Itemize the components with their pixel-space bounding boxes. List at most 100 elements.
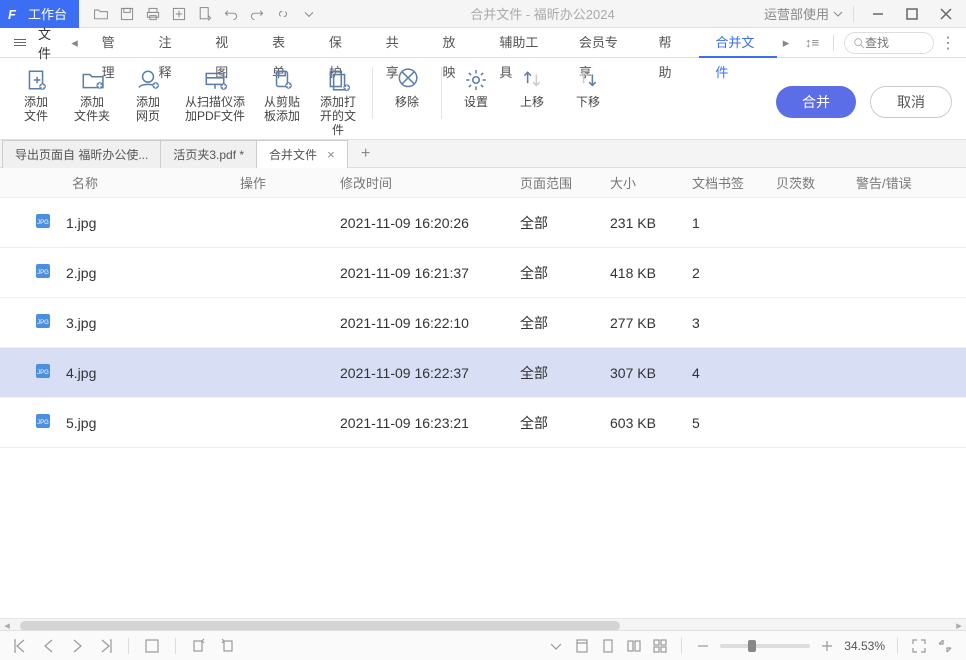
col-time[interactable]: 修改时间 (340, 173, 520, 192)
color-icon[interactable] (143, 637, 161, 655)
menu-item-3[interactable]: 表单 (256, 28, 311, 58)
col-pages[interactable]: 贝茨数 (776, 173, 856, 192)
table-row[interactable]: JPG1.jpg2021-11-09 16:20:26全部231 KB1 (0, 198, 966, 248)
single-page-icon[interactable] (599, 637, 617, 655)
doctab-1[interactable]: 活页夹3.pdf * (160, 140, 257, 168)
doctab-0[interactable]: 导出页面自 福昕办公使... (2, 140, 161, 168)
doctab-2[interactable]: 合并文件× (256, 140, 348, 168)
ribbon-btn-2[interactable]: 添加网页 (126, 67, 170, 137)
link-icon[interactable] (271, 2, 295, 26)
zoom-thumb[interactable] (748, 640, 756, 652)
menu-item-7[interactable]: 辅助工具 (483, 28, 561, 58)
more-menu-icon[interactable]: ⋮ (940, 33, 956, 53)
table-row[interactable]: JPG4.jpg2021-11-09 16:22:37全部307 KB4 (0, 348, 966, 398)
menu-item-1[interactable]: 注释 (142, 28, 197, 58)
svg-text:JPG: JPG (37, 320, 49, 326)
two-page-icon[interactable] (625, 637, 643, 655)
save-as-icon[interactable] (167, 2, 191, 26)
file-bookmark: 2 (692, 265, 776, 281)
menu-item-6[interactable]: 放映 (427, 28, 482, 58)
ribbon-btn-9[interactable]: 下移 (566, 67, 610, 137)
file-name: 4.jpg (66, 365, 96, 381)
col-bookmark[interactable]: 文档书签 (692, 173, 776, 192)
add-tab-button[interactable]: + (354, 140, 378, 168)
menu-item-5[interactable]: 共享 (370, 28, 425, 58)
menu-prev-icon[interactable]: ◂ (67, 28, 81, 58)
table-row[interactable]: JPG3.jpg2021-11-09 16:22:10全部277 KB3 (0, 298, 966, 348)
cancel-button[interactable]: 取消 (870, 86, 952, 118)
search-box[interactable] (844, 32, 934, 54)
export-icon[interactable] (193, 2, 217, 26)
col-range[interactable]: 页面范围 (520, 173, 610, 192)
minimize-button[interactable] (864, 2, 892, 26)
merge-button[interactable]: 合并 (776, 86, 856, 118)
menu-item-9[interactable]: 帮助 (643, 28, 698, 58)
chevron-down-icon[interactable] (297, 2, 321, 26)
scroll-thumb[interactable] (20, 621, 620, 631)
zoom-in-icon[interactable] (818, 637, 836, 655)
ribbon-label-7: 设置 (464, 95, 488, 109)
print-icon[interactable] (141, 2, 165, 26)
ribbon-btn-0[interactable]: 添加文件 (14, 67, 58, 137)
last-page-icon[interactable] (96, 637, 114, 655)
table-header: 名称 操作 修改时间 页面范围 大小 文档书签 贝茨数 警告/错误 (0, 168, 966, 198)
ribbon-label-1: 添加文件夹 (74, 95, 110, 123)
ribbon-icon-0 (23, 67, 49, 93)
ribbon-label-4: 从剪贴板添加 (264, 95, 300, 123)
chevron-down-status-icon[interactable] (547, 637, 565, 655)
next-page-icon[interactable] (68, 637, 86, 655)
usage-dropdown[interactable]: 运营部使用 (764, 4, 843, 23)
search-input[interactable] (865, 36, 921, 50)
continuous-page-icon[interactable] (651, 637, 669, 655)
menu-item-8[interactable]: 会员专享 (563, 28, 641, 58)
file-menu[interactable]: 文件 (38, 24, 61, 62)
table-row[interactable]: JPG2.jpg2021-11-09 16:21:37全部418 KB2 (0, 248, 966, 298)
file-size: 277 KB (610, 315, 692, 331)
sort-icon[interactable]: ↕≡ (801, 35, 823, 50)
collapse-icon[interactable] (936, 637, 954, 655)
file-size: 418 KB (610, 265, 692, 281)
ribbon-toolbar: 添加文件 添加文件夹添加网页从扫描仪添加PDF文件从剪贴板添加添加打开的文件 移除 设… (0, 58, 966, 140)
col-operation[interactable]: 操作 (240, 173, 340, 192)
close-button[interactable] (932, 2, 960, 26)
file-size: 307 KB (610, 365, 692, 381)
first-page-icon[interactable] (12, 637, 30, 655)
undo-icon[interactable] (219, 2, 243, 26)
col-warn[interactable]: 警告/错误 (856, 173, 966, 192)
menu-item-0[interactable]: 管理 (86, 28, 141, 58)
menu-item-10[interactable]: 合并文件 (699, 28, 777, 58)
titlebar: F 工作台 合并文件 - 福昕办公2024 运营部使用 (0, 0, 966, 28)
prev-page-icon[interactable] (40, 637, 58, 655)
menu-icon[interactable] (14, 39, 26, 46)
ribbon-btn-3[interactable]: 从扫描仪添加PDF文件 (182, 67, 248, 137)
file-time: 2021-11-09 16:21:37 (340, 265, 520, 281)
ribbon-btn-8[interactable]: 上移 (510, 67, 554, 137)
fit-page-icon[interactable] (573, 637, 591, 655)
window-title: 合并文件 - 福昕办公2024 (321, 4, 764, 23)
menu-item-2[interactable]: 视图 (199, 28, 254, 58)
zoom-slider[interactable] (720, 644, 810, 648)
ribbon-label-6: 移除 (395, 95, 419, 109)
rotate-right-icon[interactable] (218, 637, 236, 655)
menu-item-4[interactable]: 保护 (313, 28, 368, 58)
maximize-button[interactable] (898, 2, 926, 26)
ribbon-btn-5[interactable]: 添加打开的文件 (316, 67, 360, 137)
zoom-out-icon[interactable] (694, 637, 712, 655)
ribbon-btn-4[interactable]: 从剪贴板添加 (260, 67, 304, 137)
ribbon-btn-6[interactable]: 移除 (385, 67, 429, 137)
ribbon-btn-1[interactable]: 添加文件夹 (70, 67, 114, 137)
rotate-left-icon[interactable] (190, 637, 208, 655)
menu-next-icon[interactable]: ▸ (777, 28, 795, 58)
table-row[interactable]: JPG5.jpg2021-11-09 16:23:21全部603 KB5 (0, 398, 966, 448)
ribbon-icon-9 (575, 67, 601, 93)
file-time: 2021-11-09 16:22:37 (340, 365, 520, 381)
open-folder-icon[interactable] (89, 2, 113, 26)
col-name[interactable]: 名称 (0, 173, 240, 192)
fullscreen-icon[interactable] (910, 637, 928, 655)
ribbon-btn-7[interactable]: 设置 (454, 67, 498, 137)
col-size[interactable]: 大小 (610, 173, 692, 192)
save-icon[interactable] (115, 2, 139, 26)
doctab-close-icon[interactable]: × (327, 147, 335, 162)
ribbon-label-0: 添加文件 (24, 95, 48, 123)
redo-icon[interactable] (245, 2, 269, 26)
